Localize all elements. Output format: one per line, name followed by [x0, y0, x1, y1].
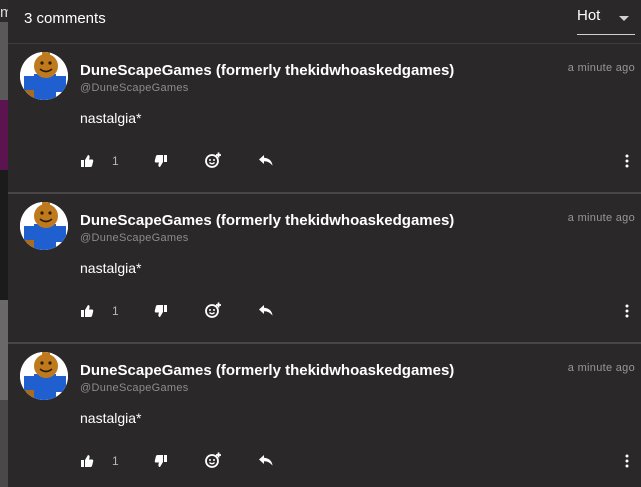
reply-button[interactable] — [258, 303, 274, 322]
comment-handle: @DuneScapeGames — [80, 232, 189, 244]
dislike-button[interactable] — [154, 154, 168, 173]
avatar[interactable] — [20, 202, 68, 250]
like-count: 1 — [112, 304, 119, 318]
more-vertical-icon — [625, 304, 629, 318]
comment-text: nastalgia* — [80, 110, 142, 126]
comments-panel: 3 comments Hot DuneScapeGames (formerly … — [8, 0, 641, 487]
thumbs-down-icon — [154, 155, 167, 167]
add-reaction-button[interactable] — [204, 301, 222, 324]
reply-icon — [259, 305, 273, 316]
reply-icon — [259, 455, 273, 466]
add-reaction-button[interactable] — [204, 151, 222, 174]
more-options-button[interactable] — [624, 154, 630, 173]
add-reaction-icon — [205, 452, 221, 468]
robot-avatar-icon — [20, 52, 68, 100]
comment-item: DuneScapeGames (formerly thekidwhoaskedg… — [8, 194, 641, 344]
comment-item: DuneScapeGames (formerly thekidwhoaskedg… — [8, 44, 641, 194]
comment-list: DuneScapeGames (formerly thekidwhoaskedg… — [8, 44, 641, 487]
comment-text: nastalgia* — [80, 410, 142, 426]
thumbs-up-icon — [81, 305, 94, 317]
like-button[interactable] — [80, 304, 94, 323]
sort-dropdown[interactable]: Hot — [577, 0, 635, 35]
more-vertical-icon — [625, 454, 629, 468]
thumbs-up-icon — [81, 455, 94, 467]
comment-count: 3 comments — [24, 10, 106, 27]
comment-item: DuneScapeGames (formerly thekidwhoaskedg… — [8, 344, 641, 487]
like-count: 1 — [112, 454, 119, 468]
comment-timestamp: a minute ago — [567, 362, 635, 374]
comment-handle: @DuneScapeGames — [80, 82, 189, 94]
comment-timestamp: a minute ago — [567, 212, 635, 224]
reply-button[interactable] — [258, 153, 274, 172]
comment-timestamp: a minute ago — [567, 62, 635, 74]
reply-icon — [259, 155, 273, 166]
more-vertical-icon — [625, 154, 629, 168]
like-button[interactable] — [80, 454, 94, 473]
comment-handle: @DuneScapeGames — [80, 382, 189, 394]
comment-author[interactable]: DuneScapeGames (formerly thekidwhoaskedg… — [80, 212, 454, 229]
sort-dropdown-value: Hot — [577, 7, 601, 24]
thumbs-up-icon — [81, 155, 94, 167]
like-button[interactable] — [80, 154, 94, 173]
thumbs-down-icon — [154, 455, 167, 467]
add-reaction-button[interactable] — [204, 451, 222, 474]
comment-author[interactable]: DuneScapeGames (formerly thekidwhoaskedg… — [80, 362, 454, 379]
add-reaction-icon — [205, 152, 221, 168]
more-options-button[interactable] — [624, 304, 630, 323]
like-count: 1 — [112, 154, 119, 168]
avatar[interactable] — [20, 352, 68, 400]
add-reaction-icon — [205, 302, 221, 318]
robot-avatar-icon — [20, 352, 68, 400]
comment-text: nastalgia* — [80, 260, 142, 276]
comment-author[interactable]: DuneScapeGames (formerly thekidwhoaskedg… — [80, 62, 454, 79]
caret-down-icon — [619, 16, 629, 21]
dislike-button[interactable] — [154, 454, 168, 473]
robot-avatar-icon — [20, 202, 68, 250]
avatar[interactable] — [20, 52, 68, 100]
dislike-button[interactable] — [154, 304, 168, 323]
comments-header: 3 comments Hot — [8, 0, 641, 44]
thumbs-down-icon — [154, 305, 167, 317]
more-options-button[interactable] — [624, 454, 630, 473]
reply-button[interactable] — [258, 453, 274, 472]
